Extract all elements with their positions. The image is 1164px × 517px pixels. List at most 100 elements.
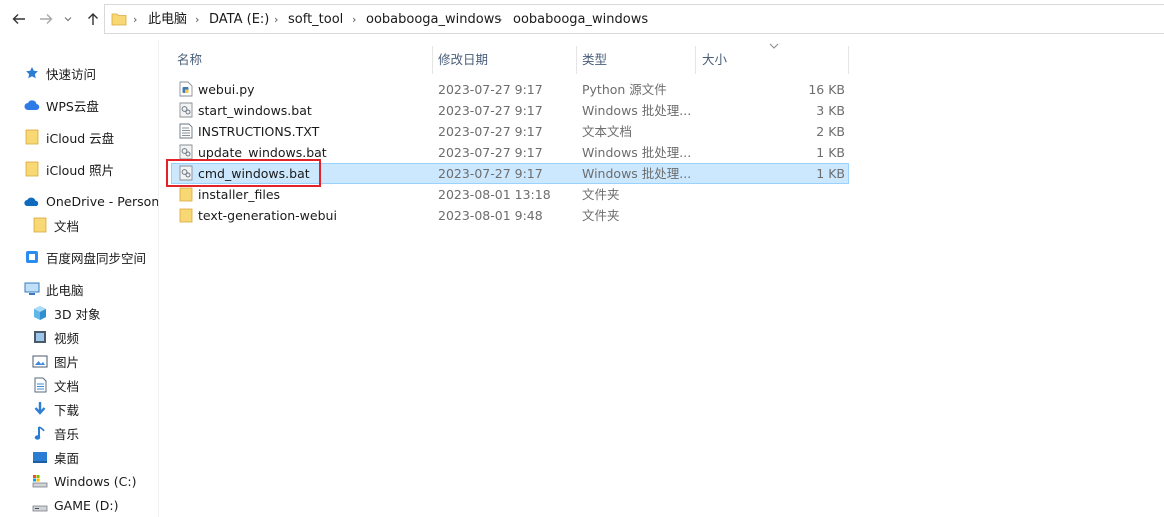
breadcrumb-separator: › bbox=[133, 13, 138, 26]
nav-label: iCloud 云盘 bbox=[46, 130, 115, 146]
file-name: start_windows.bat bbox=[198, 103, 312, 118]
cloud-icon bbox=[24, 97, 40, 113]
file-date: 2023-08-01 9:48 bbox=[438, 208, 543, 223]
nav-label: 桌面 bbox=[54, 450, 80, 466]
nav-label: 下载 bbox=[54, 402, 80, 418]
nav-icloud-drive[interactable]: iCloud 云盘 bbox=[24, 126, 114, 148]
nav-this-pc[interactable]: 此电脑 bbox=[24, 278, 84, 300]
nav-drive-c[interactable]: Windows (C:) bbox=[32, 470, 136, 492]
file-row-instructions-txt[interactable]: INSTRUCTIONS.TXT 2023-07-27 9:17 文本文档 2 … bbox=[171, 121, 849, 142]
folder-icon bbox=[32, 217, 48, 233]
file-type: 文件夹 bbox=[582, 187, 620, 202]
breadcrumb-data-drive[interactable]: DATA (E:) bbox=[209, 5, 269, 35]
nav-baidu-sync[interactable]: 百度网盘同步空间 bbox=[24, 246, 146, 268]
folder-icon bbox=[24, 129, 40, 145]
up-button[interactable] bbox=[82, 8, 104, 30]
picture-icon bbox=[32, 353, 48, 369]
file-type: 文本文档 bbox=[582, 124, 633, 139]
file-size: 3 KB bbox=[816, 103, 845, 118]
nav-3d-objects[interactable]: 3D 对象 bbox=[32, 302, 101, 324]
column-divider[interactable] bbox=[848, 46, 849, 74]
breadcrumb-soft-tool[interactable]: soft_tool bbox=[288, 5, 343, 35]
desktop-icon bbox=[32, 449, 48, 465]
file-type: Python 源文件 bbox=[582, 82, 667, 97]
annotation-highlight-box bbox=[166, 159, 321, 187]
file-row-installer-files[interactable]: installer_files 2023-08-01 13:18 文件夹 bbox=[171, 184, 849, 205]
nav-label: 视频 bbox=[54, 330, 80, 346]
file-type: Windows 批处理... bbox=[582, 103, 692, 118]
baidu-sync-icon bbox=[24, 249, 40, 265]
pane-divider[interactable] bbox=[158, 40, 159, 517]
nav-icloud-photos[interactable]: iCloud 照片 bbox=[24, 158, 114, 180]
text-file-icon bbox=[179, 123, 193, 139]
address-toolbar: › 此电脑 › DATA (E:) › soft_tool › oobaboog… bbox=[0, 0, 1164, 40]
music-icon bbox=[32, 425, 48, 441]
file-row-webui-py[interactable]: webui.py 2023-07-27 9:17 Python 源文件 16 K… bbox=[171, 79, 849, 100]
nav-pictures[interactable]: 图片 bbox=[32, 350, 79, 372]
file-date: 2023-07-27 9:17 bbox=[438, 166, 543, 181]
forward-arrow-icon bbox=[40, 14, 53, 24]
file-row-text-generation-webui[interactable]: text-generation-webui 2023-08-01 9:48 文件… bbox=[171, 205, 849, 226]
file-size: 1 KB bbox=[816, 145, 845, 160]
breadcrumb-separator: › bbox=[498, 13, 503, 26]
back-arrow-icon bbox=[12, 14, 25, 24]
nav-label: 百度网盘同步空间 bbox=[46, 250, 147, 266]
nav-music[interactable]: 音乐 bbox=[32, 422, 79, 444]
computer-icon bbox=[24, 281, 40, 297]
nav-quick-access[interactable]: 快速访问 bbox=[24, 62, 96, 84]
breadcrumb-separator: › bbox=[352, 13, 357, 26]
file-row-start-windows-bat[interactable]: start_windows.bat 2023-07-27 9:17 Window… bbox=[171, 100, 849, 121]
nav-label: 音乐 bbox=[54, 426, 80, 442]
file-type: Windows 批处理... bbox=[582, 145, 692, 160]
nav-downloads[interactable]: 下载 bbox=[32, 398, 79, 420]
star-icon bbox=[24, 65, 40, 81]
nav-wps-cloud[interactable]: WPS云盘 bbox=[24, 94, 99, 116]
breadcrumb-oobabooga-parent[interactable]: oobabooga_windows bbox=[366, 5, 501, 35]
drive-icon bbox=[32, 473, 48, 489]
nav-onedrive-documents[interactable]: 文档 bbox=[32, 214, 79, 236]
column-header-size[interactable]: 大小 bbox=[702, 48, 842, 72]
nav-documents[interactable]: 文档 bbox=[32, 374, 79, 396]
file-name: INSTRUCTIONS.TXT bbox=[198, 124, 320, 139]
nav-label: WPS云盘 bbox=[46, 98, 99, 114]
nav-desktop[interactable]: 桌面 bbox=[32, 446, 79, 468]
forward-button[interactable] bbox=[35, 8, 57, 30]
address-bar[interactable]: › 此电脑 › DATA (E:) › soft_tool › oobaboog… bbox=[104, 4, 1164, 34]
breadcrumb-this-pc[interactable]: 此电脑 bbox=[148, 5, 187, 35]
file-date: 2023-07-27 9:17 bbox=[438, 124, 543, 139]
file-name: installer_files bbox=[198, 187, 281, 202]
column-header-name[interactable]: 名称 bbox=[177, 48, 427, 72]
file-name: text-generation-webui bbox=[198, 208, 337, 223]
breadcrumb-separator: › bbox=[274, 13, 279, 26]
column-divider[interactable] bbox=[432, 46, 433, 74]
folder-icon bbox=[179, 208, 193, 223]
file-date: 2023-07-27 9:17 bbox=[438, 82, 543, 97]
nav-label: 快速访问 bbox=[46, 66, 97, 82]
file-size: 16 KB bbox=[808, 82, 845, 97]
nav-videos[interactable]: 视频 bbox=[32, 326, 79, 348]
nav-label: 此电脑 bbox=[46, 282, 84, 298]
nav-label: GAME (D:) bbox=[54, 497, 119, 513]
onedrive-icon bbox=[24, 193, 40, 209]
recent-locations-button[interactable] bbox=[61, 8, 75, 30]
download-icon bbox=[32, 401, 48, 417]
file-size: 2 KB bbox=[816, 124, 845, 139]
chevron-down-icon bbox=[64, 17, 72, 22]
column-divider[interactable] bbox=[695, 46, 696, 74]
breadcrumb-separator: › bbox=[195, 13, 200, 26]
file-date: 2023-07-27 9:17 bbox=[438, 145, 543, 160]
breadcrumb-oobabooga-current[interactable]: oobabooga_windows bbox=[513, 5, 648, 35]
video-icon bbox=[32, 329, 48, 345]
nav-label: 图片 bbox=[54, 354, 80, 370]
file-type: Windows 批处理... bbox=[582, 166, 692, 181]
nav-drive-d[interactable]: GAME (D:) bbox=[32, 494, 118, 516]
nav-onedrive[interactable]: OneDrive - Persona bbox=[24, 190, 158, 212]
column-header-type[interactable]: 类型 bbox=[582, 48, 690, 72]
column-header-date[interactable]: 修改日期 bbox=[438, 48, 573, 72]
nav-label: 3D 对象 bbox=[54, 306, 101, 322]
back-button[interactable] bbox=[8, 8, 30, 30]
cube-3d-icon bbox=[32, 305, 48, 321]
folder-icon bbox=[179, 187, 193, 202]
document-icon bbox=[32, 377, 48, 393]
column-divider[interactable] bbox=[576, 46, 577, 74]
